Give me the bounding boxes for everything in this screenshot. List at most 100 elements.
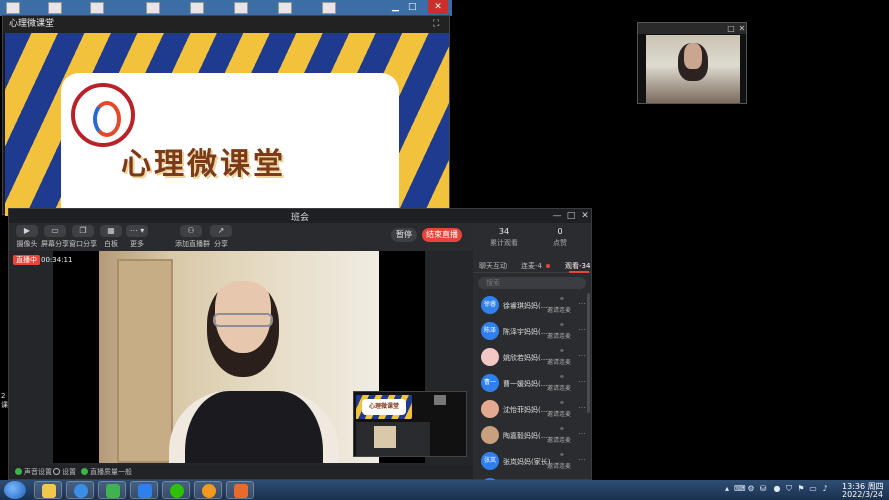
screen-share-preview[interactable]: 心理微课堂 xyxy=(353,391,467,457)
live-timer: 00:34:11 xyxy=(41,256,73,264)
window-share-button[interactable]: ❐ 窗口分享 xyxy=(69,225,97,249)
list-item[interactable]: 曹一 曹一媛妈妈(... ⚭ 邀请连麦 ⋯ xyxy=(473,371,591,397)
share-button[interactable]: ↗ 分享 xyxy=(207,225,235,249)
wechat-icon xyxy=(170,484,184,498)
desktop-file-icon[interactable] xyxy=(48,2,62,14)
list-item[interactable]: 陶嘉毅妈妈(... ⚭ 邀请连麦 ⋯ xyxy=(473,423,591,449)
app-tray-icon[interactable]: ● xyxy=(772,484,782,494)
camera-button[interactable]: ▶ 摄像头 xyxy=(13,225,41,249)
pause-button[interactable]: 暂停 xyxy=(391,228,417,242)
link-icon: ⚭ xyxy=(559,399,565,407)
taskbar: ▴ ⌨ ⚙ ⛁ ● ⛉ ⚑ ▭ ♪ 13:36 周四 2022/3/24 xyxy=(0,480,889,500)
start-button[interactable] xyxy=(4,481,26,499)
panel-scrollbar[interactable] xyxy=(587,293,590,413)
tab-chat[interactable]: 聊天互动 xyxy=(479,261,507,271)
desktop-file-icon[interactable] xyxy=(6,2,20,14)
remote-video-window[interactable]: □ ✕ xyxy=(637,22,747,104)
add-group-button[interactable]: ⚇ 添加直播群 xyxy=(175,225,210,249)
end-live-button[interactable]: 结束直播 xyxy=(422,228,462,242)
desktop-background: ▁ □ ✕ xyxy=(0,0,452,16)
school-logo-icon xyxy=(71,83,135,147)
dingtalk-icon xyxy=(138,484,152,498)
tab-mic-link[interactable]: 连麦-4 xyxy=(521,261,542,271)
list-item[interactable]: 陈泽 陈泽宇妈妈(... ⚭ 邀请连麦 ⋯ xyxy=(473,319,591,345)
whiteboard-button[interactable]: ▦ 白板 xyxy=(97,225,125,249)
chevron-up-icon[interactable]: ▴ xyxy=(722,484,732,494)
network-icon[interactable]: ⛁ xyxy=(758,484,768,494)
invite-mic-button[interactable]: 邀请连麦 xyxy=(547,305,571,314)
close-icon[interactable]: ✕ xyxy=(737,23,747,34)
shield-icon[interactable]: ⛉ xyxy=(784,484,794,494)
maximize-icon[interactable]: □ xyxy=(408,2,418,12)
desktop-file-icon[interactable] xyxy=(234,2,248,14)
more-icon[interactable]: ⋯ xyxy=(578,325,586,334)
taskbar-app-player[interactable] xyxy=(98,481,126,499)
pip-remote-video xyxy=(434,395,446,405)
more-icon[interactable]: ⋯ xyxy=(578,351,586,360)
volume-icon[interactable]: ♪ xyxy=(820,484,830,494)
audience-name: 曹一媛妈妈(... xyxy=(503,380,548,388)
monitor-icon[interactable]: ▭ xyxy=(808,484,818,494)
background-door xyxy=(117,259,173,463)
restore-icon[interactable]: □ xyxy=(726,23,736,34)
list-item[interactable]: 徐睿 徐睿琪妈妈(... ⚭ 邀请连麦 ⋯ xyxy=(473,293,591,319)
taskbar-app-browser[interactable] xyxy=(66,481,94,499)
taskbar-app-dingtalk[interactable] xyxy=(130,481,158,499)
keyboard-icon[interactable]: ⌨ xyxy=(734,484,746,494)
list-item[interactable]: 张岚 张岚妈妈(家长) ⚭ 邀请连麦 ⋯ xyxy=(473,449,591,475)
settings-button[interactable]: 设置 xyxy=(53,467,76,477)
system-tray: ▴ ⌨ ⚙ ⛁ ● ⛉ ⚑ ▭ ♪ xyxy=(722,484,832,496)
close-icon[interactable]: ✕ xyxy=(579,210,591,222)
desktop-file-icon[interactable] xyxy=(322,2,336,14)
invite-mic-button[interactable]: 邀请连麦 xyxy=(547,461,571,470)
more-icon[interactable]: ⋯ xyxy=(578,377,586,386)
taskbar-app-video[interactable] xyxy=(226,481,254,499)
tab-audience[interactable]: 观看-34 xyxy=(565,261,590,271)
invite-mic-button[interactable]: 邀请连麦 xyxy=(547,383,571,392)
settings-icon[interactable]: ⚙ xyxy=(746,484,756,494)
more-icon[interactable]: ⋯ xyxy=(578,403,586,412)
more-icon[interactable]: ⋯ xyxy=(578,429,586,438)
taskbar-app-explorer[interactable] xyxy=(34,481,62,499)
avatar xyxy=(481,400,499,418)
slide-card: 心理微课堂 xyxy=(61,73,399,216)
audio-settings-button[interactable]: 声音设置 xyxy=(15,467,52,477)
clock-date[interactable]: 2022/3/24 xyxy=(842,490,883,499)
more-icon[interactable]: ⋯ xyxy=(578,299,586,308)
taskbar-app-orange[interactable] xyxy=(194,481,222,499)
close-icon[interactable]: ✕ xyxy=(428,0,448,14)
link-icon: ⚭ xyxy=(559,451,565,459)
minimize-icon[interactable]: ▁ xyxy=(392,2,402,12)
flag-icon[interactable]: ⚑ xyxy=(796,484,806,494)
invite-mic-button[interactable]: 邀请连麦 xyxy=(547,409,571,418)
link-icon: ⚭ xyxy=(559,321,565,329)
video-icon xyxy=(234,484,248,498)
desktop-file-icon[interactable] xyxy=(190,2,204,14)
search-input[interactable] xyxy=(478,277,586,289)
audience-name: 张岚妈妈(家长) xyxy=(503,458,551,466)
fullscreen-icon[interactable]: ⛶ xyxy=(433,19,443,29)
more-button[interactable]: ⋯ ▾ 更多 xyxy=(123,225,151,249)
invite-mic-button[interactable]: 邀请连麦 xyxy=(547,331,571,340)
pip-presenter-video xyxy=(374,426,396,448)
camera-icon: ▶ xyxy=(16,225,38,237)
avatar: 张岚 xyxy=(481,452,499,470)
more-icon[interactable]: ⋯ xyxy=(578,455,586,464)
presenter-face xyxy=(207,281,279,377)
minimize-icon[interactable]: — xyxy=(551,210,563,222)
list-item[interactable]: 姚欣若妈妈(... ⚭ 邀请连麦 ⋯ xyxy=(473,345,591,371)
desktop-file-icon[interactable] xyxy=(278,2,292,14)
likes-stat: 0 点赞 xyxy=(553,227,567,247)
screen-share-button[interactable]: ▭ 屏幕分享 xyxy=(41,225,69,249)
invite-mic-button[interactable]: 邀请连麦 xyxy=(547,435,571,444)
list-item[interactable]: 沈怡菲妈妈(... ⚭ 邀请连麦 ⋯ xyxy=(473,397,591,423)
pip-slide-heading: 心理微课堂 xyxy=(362,399,406,415)
whiteboard-icon: ▦ xyxy=(100,225,122,237)
maximize-icon[interactable]: □ xyxy=(565,210,577,222)
taskbar-app-wechat[interactable] xyxy=(162,481,190,499)
invite-mic-button[interactable]: 邀请连麦 xyxy=(547,357,571,366)
live-badge: 直播中 xyxy=(13,255,40,265)
audience-name: 姚欣若妈妈(... xyxy=(503,354,548,362)
desktop-file-icon[interactable] xyxy=(146,2,160,14)
desktop-file-icon[interactable] xyxy=(90,2,104,14)
